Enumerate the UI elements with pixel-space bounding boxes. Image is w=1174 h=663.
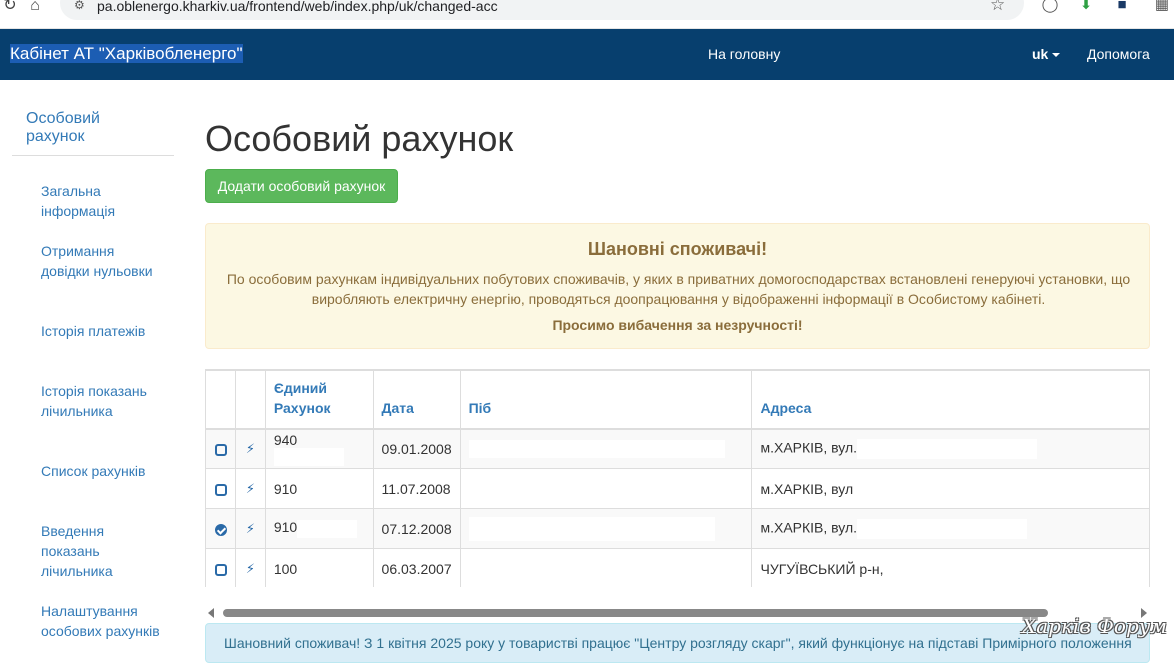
- alert-note: Просимо вибачення за незручності!: [552, 317, 803, 333]
- account-text: 100: [273, 560, 298, 577]
- cell-address: ЧУГУЇВСЬКИЙ р-н,: [751, 548, 1150, 587]
- redaction-block: [468, 439, 725, 458]
- sidebar-item-payment-history[interactable]: Історія платежів: [41, 321, 161, 341]
- url-text[interactable]: pa.oblenergo.kharkiv.ua/frontend/web/ind…: [97, 0, 498, 13]
- row-bolt[interactable]: ⚡︎: [235, 468, 266, 509]
- language-dropdown[interactable]: uk: [1032, 46, 1061, 62]
- row-checkbox[interactable]: [205, 548, 237, 587]
- account-text: 910: [273, 519, 298, 536]
- nav-home-link[interactable]: На головну: [708, 46, 780, 62]
- brand-text: Кабінет АТ "Харківобленерго": [10, 44, 243, 63]
- account-text: 940: [273, 431, 298, 448]
- redaction-block: [857, 438, 1038, 459]
- cell-account: 100: [264, 548, 374, 587]
- checkbox-icon[interactable]: [214, 563, 227, 576]
- site-settings-icon[interactable]: ⚙: [74, 0, 90, 13]
- browser-toolbar: ↻ ⌂ ⚙ pa.oblenergo.kharkiv.ua/frontend/w…: [0, 0, 1174, 29]
- bolt-icon[interactable]: ⚡︎: [246, 481, 255, 496]
- cell-date: 11.07.2008: [372, 468, 461, 509]
- row-checkbox[interactable]: [205, 468, 237, 509]
- checkbox-icon[interactable]: [214, 444, 227, 457]
- table-header-row: Єдиний Рахунок Дата Піб Адреса: [205, 370, 1150, 430]
- row-bolt[interactable]: ⚡︎: [235, 548, 266, 587]
- sidebar-item-meter-history[interactable]: Історія показань лічильника: [41, 381, 161, 421]
- alert-title: Шановні споживачі!: [587, 239, 768, 259]
- table-row[interactable]: ⚡︎ 940 09.01.2008 м.ХАРКІВ, вул.: [205, 428, 1150, 469]
- reload-icon[interactable]: ↻: [0, 0, 20, 14]
- cell-name: [459, 428, 753, 469]
- bolt-icon[interactable]: ⚡︎: [246, 561, 255, 576]
- sidebar-item-meter-input[interactable]: Введення показань лічильника: [41, 521, 161, 581]
- info-alert: Шановний споживач! З 1 квітня 2025 року …: [205, 623, 1150, 663]
- page-title: Особовий рахунок: [205, 118, 514, 159]
- row-checkbox[interactable]: [205, 508, 237, 549]
- cell-name: [459, 548, 753, 587]
- address-text: м.ХАРКІВ, вул.: [760, 519, 858, 536]
- table-row[interactable]: ⚡︎ 910 07.12.2008 м.ХАРКІВ, вул.: [205, 508, 1150, 549]
- download-icon[interactable]: ⬇: [1076, 0, 1096, 15]
- extensions-puzzle-icon[interactable]: ▦: [1152, 0, 1172, 15]
- row-checkbox[interactable]: [205, 428, 237, 469]
- header-address[interactable]: Адреса: [751, 370, 1150, 430]
- scrollbar-thumb[interactable]: [223, 609, 1048, 617]
- shield-icon[interactable]: ◯: [1040, 0, 1060, 15]
- nav-help-link[interactable]: Допомога: [1087, 46, 1150, 62]
- add-account-button[interactable]: Додати особовий рахунок: [205, 169, 398, 203]
- table-row[interactable]: ⚡︎ 910 11.07.2008 м.ХАРКІВ, вул: [205, 468, 1150, 509]
- sidebar-item-invoice-list[interactable]: Список рахунків: [41, 461, 161, 481]
- language-label: uk: [1032, 46, 1049, 62]
- cell-address: м.ХАРКІВ, вул.: [751, 508, 1150, 549]
- warning-alert: Шановні споживачі! По особовим рахункам …: [205, 223, 1150, 349]
- home-icon[interactable]: ⌂: [25, 0, 45, 14]
- cell-name: [459, 468, 753, 509]
- sidebar-item-general-info[interactable]: Загальна інформація: [41, 181, 161, 221]
- cell-address: м.ХАРКІВ, вул.: [751, 428, 1150, 469]
- horizontal-scrollbar[interactable]: [205, 607, 1150, 619]
- forum-watermark: Харків Форум: [1022, 614, 1167, 638]
- cell-account: 910: [264, 468, 374, 509]
- alert-body: По особовим рахункам індивідуальних побу…: [226, 271, 1131, 307]
- accounts-table: Єдиний Рахунок Дата Піб Адреса ⚡︎ 940 09…: [205, 370, 1150, 587]
- header-date[interactable]: Дата: [372, 370, 461, 430]
- info-alert-text: Шановний споживач! З 1 квітня 2025 року …: [224, 635, 1132, 651]
- redaction-block: [297, 519, 358, 538]
- extension-icon[interactable]: ■: [1112, 0, 1132, 15]
- bolt-icon[interactable]: ⚡︎: [246, 441, 255, 456]
- cell-date: 07.12.2008: [372, 508, 461, 549]
- redaction-block: [857, 518, 1028, 539]
- sidebar-title[interactable]: Особовий рахунок: [26, 110, 146, 146]
- table-row[interactable]: ⚡︎ 100 06.03.2007 ЧУГУЇВСЬКИЙ р-н,: [205, 548, 1150, 587]
- cell-address: м.ХАРКІВ, вул: [751, 468, 1150, 509]
- caret-down-icon: [1052, 53, 1061, 58]
- redaction-block: [273, 447, 344, 466]
- accounts-table-wrapper: Єдиний Рахунок Дата Піб Адреса ⚡︎ 940 09…: [205, 369, 1150, 587]
- checked-icon[interactable]: [214, 523, 227, 536]
- cell-date: 06.03.2007: [372, 548, 461, 587]
- bolt-icon[interactable]: ⚡︎: [246, 521, 255, 536]
- header-account[interactable]: Єдиний Рахунок: [264, 370, 374, 430]
- row-bolt[interactable]: ⚡︎: [235, 428, 266, 469]
- header-name[interactable]: Піб: [459, 370, 753, 430]
- header-check-cell: [205, 370, 237, 430]
- cell-name: [459, 508, 753, 549]
- cell-account: 940: [264, 428, 374, 469]
- cell-account: 910: [264, 508, 374, 549]
- account-text: 910: [273, 480, 298, 497]
- brand-link[interactable]: Кабінет АТ "Харківобленерго": [10, 44, 243, 64]
- sidebar-divider: [12, 155, 174, 156]
- scroll-left-icon[interactable]: [208, 608, 214, 618]
- sidebar-item-account-settings[interactable]: Налаштування особових рахунків: [41, 601, 161, 641]
- row-bolt[interactable]: ⚡︎: [235, 508, 266, 549]
- sidebar-item-zero-certificate[interactable]: Отримання довідки нульовки: [41, 241, 161, 281]
- top-navbar: Кабінет АТ "Харківобленерго" На головну …: [0, 29, 1174, 80]
- header-bolt-cell: [235, 370, 266, 430]
- checkbox-icon[interactable]: [214, 483, 227, 496]
- redaction-block: [468, 516, 715, 541]
- address-text: м.ХАРКІВ, вул.: [760, 439, 858, 456]
- bookmark-star-icon[interactable]: ☆: [990, 0, 1005, 13]
- cell-date: 09.01.2008: [372, 428, 461, 469]
